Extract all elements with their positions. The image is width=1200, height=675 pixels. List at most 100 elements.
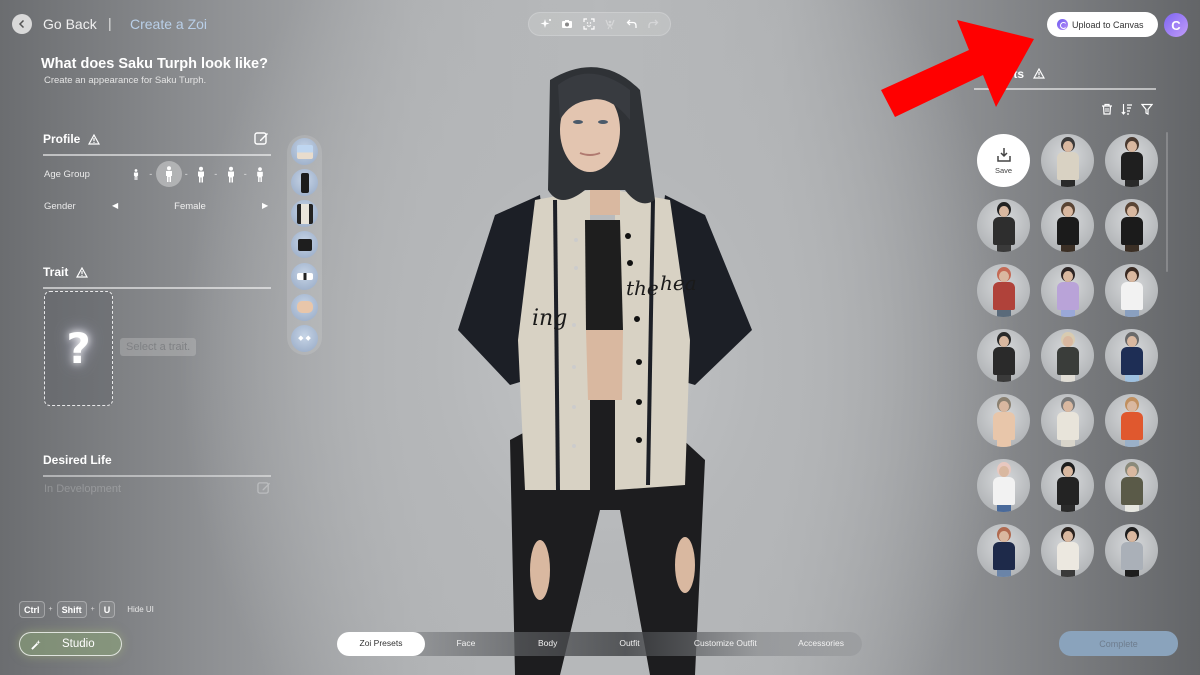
- tab-zoi-presets[interactable]: Zoi Presets: [337, 632, 425, 656]
- go-back-button[interactable]: [12, 14, 32, 34]
- preset-figure-body: [1056, 347, 1079, 375]
- canvas-logo-icon: [1057, 19, 1068, 30]
- preset-figure-head: [1126, 206, 1137, 217]
- face-scan-button[interactable]: [581, 16, 597, 32]
- trash-icon: [1102, 103, 1112, 115]
- pose-button[interactable]: [602, 16, 618, 32]
- go-back-label[interactable]: Go Back: [43, 16, 97, 32]
- age-option-child[interactable]: [126, 162, 146, 186]
- svg-text:the: the: [626, 276, 659, 300]
- preset-item[interactable]: [1041, 459, 1094, 512]
- profile-title-label: Profile: [43, 132, 81, 146]
- age-option-adult[interactable]: [221, 162, 241, 186]
- preset-item[interactable]: [1105, 394, 1158, 447]
- gender-next-button[interactable]: ▶: [262, 201, 268, 210]
- user-avatar[interactable]: C: [1164, 13, 1188, 37]
- rail-item-earrings[interactable]: ◆ ◆: [291, 324, 318, 352]
- preset-item[interactable]: [1041, 134, 1094, 187]
- hide-ui-shortcut: Ctrl + Shift + U Hide UI: [19, 601, 154, 618]
- age-option-teen[interactable]: [155, 161, 182, 187]
- age-group-label: Age Group: [44, 169, 90, 180]
- age-option-elder[interactable]: [250, 162, 270, 186]
- preset-item[interactable]: [977, 394, 1030, 447]
- rail-item-top[interactable]: [291, 138, 318, 165]
- sparkle-icon: [540, 19, 551, 28]
- preset-figure-body: [1056, 542, 1079, 570]
- preset-item[interactable]: [1105, 199, 1158, 252]
- preset-figure-head: [1062, 141, 1073, 152]
- key-ctrl: Ctrl: [19, 601, 45, 618]
- preset-grid: Save: [977, 134, 1159, 577]
- preset-item[interactable]: [977, 524, 1030, 577]
- preset-item[interactable]: [1105, 264, 1158, 317]
- sort-presets-button[interactable]: [1120, 102, 1134, 116]
- preset-item[interactable]: [1041, 199, 1094, 252]
- rail-item-shorts[interactable]: [291, 231, 318, 259]
- camera-button[interactable]: [559, 16, 575, 32]
- preset-item[interactable]: [1041, 524, 1094, 577]
- rail-item-jacket[interactable]: [291, 200, 318, 228]
- edit-profile-icon[interactable]: [254, 131, 269, 146]
- preset-figure-body: [1120, 217, 1143, 245]
- preset-item[interactable]: [977, 459, 1030, 512]
- save-preset-button[interactable]: Save: [977, 134, 1030, 187]
- age-separator: -: [243, 169, 247, 179]
- preset-figure-body: [992, 412, 1015, 440]
- preset-figure-head: [1062, 336, 1073, 347]
- hide-ui-label: Hide UI: [127, 605, 154, 614]
- preset-figure-head: [1062, 206, 1073, 217]
- preset-figure-head: [1126, 531, 1137, 542]
- desired-life-title: Desired Life: [43, 453, 112, 467]
- presets-title-label: sets: [1000, 67, 1025, 81]
- upload-to-canvas-button[interactable]: Upload to Canvas: [1047, 12, 1158, 37]
- tab-outfit[interactable]: Outfit: [589, 632, 671, 656]
- trait-section-title: Trait: [43, 265, 89, 279]
- preset-item[interactable]: [977, 199, 1030, 252]
- rail-item-pants[interactable]: [291, 169, 318, 197]
- preset-item[interactable]: [1105, 134, 1158, 187]
- preset-figure-body: [1056, 282, 1079, 310]
- age-option-young-adult[interactable]: [191, 162, 211, 186]
- tab-accessories[interactable]: Accessories: [780, 632, 862, 656]
- filter-presets-button[interactable]: [1140, 102, 1154, 116]
- preset-figure-head: [1126, 271, 1137, 282]
- tab-face[interactable]: Face: [425, 632, 507, 656]
- preset-item[interactable]: [1105, 459, 1158, 512]
- preset-figure-head: [998, 271, 1009, 282]
- zoi-character-model[interactable]: ing the hea: [440, 40, 760, 675]
- preset-figure-head: [998, 401, 1009, 412]
- tab-body[interactable]: Body: [507, 632, 589, 656]
- preset-figure-body: [1056, 477, 1079, 505]
- preset-item[interactable]: [1041, 394, 1094, 447]
- tab-customize-outfit[interactable]: Customize Outfit: [670, 632, 780, 656]
- preset-figure-body: [1120, 152, 1143, 180]
- studio-button[interactable]: Studio: [19, 632, 122, 656]
- complete-button[interactable]: Complete: [1059, 631, 1178, 656]
- preset-figure-head: [1126, 336, 1137, 347]
- presets-toolbar: [1100, 102, 1154, 116]
- age-separator: -: [214, 169, 218, 179]
- presets-divider: [974, 88, 1156, 90]
- trait-slot[interactable]: ?: [44, 291, 113, 406]
- delete-preset-button[interactable]: [1100, 102, 1114, 116]
- rail-item-shoes[interactable]: [291, 262, 318, 290]
- warning-icon: [1033, 67, 1046, 79]
- presets-scrollbar[interactable]: [1166, 132, 1168, 272]
- preset-item[interactable]: [977, 264, 1030, 317]
- preset-figure-body: [992, 282, 1015, 310]
- gender-prev-button[interactable]: ◀: [112, 201, 118, 210]
- preset-figure-head: [1062, 466, 1073, 477]
- preset-figure-body: [1056, 217, 1079, 245]
- preset-figure-head: [1126, 141, 1137, 152]
- redo-button[interactable]: [645, 16, 661, 32]
- sparkle-button[interactable]: [538, 16, 554, 32]
- preset-item[interactable]: [1041, 329, 1094, 382]
- undo-icon: [626, 19, 637, 28]
- preset-item[interactable]: [977, 329, 1030, 382]
- key-shift: Shift: [56, 601, 87, 618]
- undo-button[interactable]: [624, 16, 640, 32]
- preset-item[interactable]: [1105, 329, 1158, 382]
- preset-item[interactable]: [1105, 524, 1158, 577]
- rail-item-nails[interactable]: [291, 293, 318, 321]
- preset-item[interactable]: [1041, 264, 1094, 317]
